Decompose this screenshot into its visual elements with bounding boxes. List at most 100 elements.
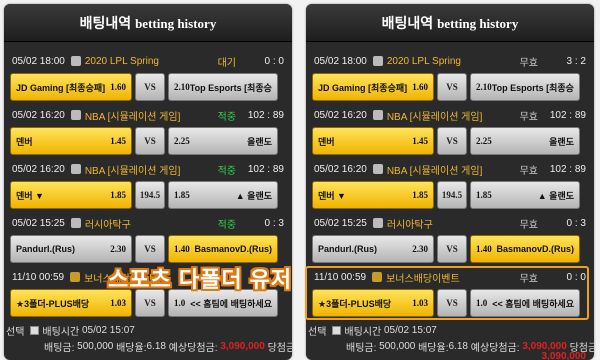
select-checkbox[interactable] bbox=[332, 325, 342, 335]
basketball-icon bbox=[372, 110, 383, 120]
match-time: 05/02 16:20 bbox=[12, 109, 65, 121]
home-odds-button[interactable]: 덴버 ▼ 1.85 bbox=[10, 181, 132, 209]
home-odds-button[interactable]: JD Gaming [최종승패] 1.60 bbox=[10, 73, 132, 101]
home-team-name: JD Gaming [최종승패] bbox=[318, 82, 408, 93]
home-team-name: 덴버 ▼ bbox=[318, 190, 346, 201]
match-info: 05/02 16:20 NBA [시뮬레이션 게임] 무효 102 : 89 bbox=[312, 158, 588, 180]
bet-footer-time: 선택 배팅시간 05/02 15:07 bbox=[4, 322, 292, 338]
vs-cell[interactable]: VS bbox=[437, 235, 467, 263]
away-odds-button[interactable]: 1.85 ▲ 올랜도 bbox=[168, 181, 278, 209]
away-team-name: << 홈팀에 배팅하세요 bbox=[492, 298, 574, 309]
match-status: 적중 bbox=[217, 165, 236, 177]
bet-time-label: 배팅시간 bbox=[344, 326, 382, 338]
basketball-icon bbox=[70, 110, 81, 120]
match-status: 무효 bbox=[519, 165, 538, 177]
away-odd: 2.25 bbox=[174, 136, 190, 146]
away-odd: 1.85 bbox=[476, 190, 492, 200]
match-status: 무효 bbox=[519, 111, 538, 123]
league-name: 2020 LPL Spring bbox=[84, 55, 159, 67]
bet-row: JD Gaming [최종승패] 1.60 VS 2.10 Top Esports [최… bbox=[312, 72, 588, 102]
match-info: 05/02 18:00 2020 LPL Spring 대기 0 : 0 bbox=[10, 50, 286, 72]
vs-cell[interactable]: VS bbox=[437, 73, 467, 101]
mid-value: VS bbox=[446, 82, 458, 92]
bet-row: 덴버 1.45 VS 2.25 올랜도 bbox=[10, 126, 286, 156]
match-time: 05/02 15:25 bbox=[314, 217, 367, 229]
select-checkbox[interactable] bbox=[30, 325, 40, 335]
mid-value: VS bbox=[144, 82, 156, 92]
home-team-name: 덴버 bbox=[16, 136, 33, 147]
betting-history-panel-right: 배팅내역 betting history 05/02 18:00 2020 LPL… bbox=[306, 4, 594, 360]
table-tennis-icon bbox=[372, 218, 383, 228]
match-time: 05/02 18:00 bbox=[12, 55, 65, 67]
vs-cell[interactable]: 194.5 bbox=[135, 181, 165, 209]
home-odds-button[interactable]: JD Gaming [최종승패] 1.60 bbox=[312, 73, 434, 101]
rate-value: 6.18 bbox=[448, 340, 468, 352]
mid-value: VS bbox=[144, 298, 156, 308]
away-odds-button[interactable]: 1.40 BasmanovD.(Rus) bbox=[470, 235, 580, 263]
match-info: 11/10 00:59 보너스배당이벤트 무효 0 : 0 bbox=[312, 266, 588, 288]
away-odds-button[interactable]: 2.25 올랜도 bbox=[168, 127, 278, 155]
bet-row: PandurI.(Rus) 2.30 VS 1.40 BasmanovD.(Rus) bbox=[312, 234, 588, 264]
bet-row: 덴버 ▼ 1.85 194.5 1.85 ▲ 올랜도 bbox=[10, 180, 286, 210]
match-status: 적중 bbox=[217, 219, 236, 231]
vs-cell[interactable]: 194.5 bbox=[437, 181, 467, 209]
vs-cell[interactable]: VS bbox=[437, 127, 467, 155]
home-odds-button[interactable]: PandurI.(Rus) 2.30 bbox=[10, 235, 132, 263]
match-score: 0 : 3 bbox=[264, 217, 284, 229]
match-status: 대기 bbox=[217, 57, 236, 69]
home-odds-button[interactable]: 덴버 1.45 bbox=[10, 127, 132, 155]
amount-label: 배팅금: bbox=[44, 342, 75, 354]
bet-time-value: 05/02 15:07 bbox=[384, 324, 437, 336]
away-odds-button[interactable]: 2.25 올랜도 bbox=[470, 127, 580, 155]
away-odds-button[interactable]: 2.10Top Esports [최종승패] bbox=[470, 73, 580, 101]
league-name: NBA [시뮬레이션 게임] bbox=[386, 165, 483, 177]
home-odds-button[interactable]: PandurI.(Rus) 2.30 bbox=[312, 235, 434, 263]
bet-time-label: 배팅시간 bbox=[42, 326, 80, 338]
vs-cell[interactable]: VS bbox=[437, 289, 467, 317]
away-odds-button[interactable]: 1.0 << 홈팀에 배팅하세요 bbox=[470, 289, 580, 317]
betting-history-panel-left: 배팅내역 betting history 05/02 18:00 2020 LPL… bbox=[4, 4, 292, 360]
table-tennis-icon bbox=[70, 218, 81, 228]
away-odd: 1.0 bbox=[174, 298, 186, 308]
panel-subtitle: betting history bbox=[135, 16, 217, 31]
bet-footer-summary: 배팅금: 500,000 배당율: 6.18 예상당첨금: 3,090,000 당… bbox=[4, 338, 292, 354]
match-time: 05/02 16:20 bbox=[12, 163, 65, 175]
away-odd: 1.40 bbox=[174, 244, 190, 254]
away-odd: 1.40 bbox=[476, 244, 492, 254]
league-name: 보너스배당이벤트 bbox=[386, 273, 460, 285]
select-label: 선택 bbox=[6, 326, 25, 338]
amount-value: 500,000 bbox=[379, 340, 416, 352]
home-odd: 1.60 bbox=[110, 82, 126, 92]
away-odd: 2.25 bbox=[476, 136, 492, 146]
home-odds-button[interactable]: 덴버 1.45 bbox=[312, 127, 434, 155]
vs-cell[interactable]: VS bbox=[135, 127, 165, 155]
home-team-name: ★3폴더-PLUS배당 bbox=[318, 298, 392, 309]
home-odd: 1.85 bbox=[110, 190, 126, 200]
vs-cell[interactable]: VS bbox=[135, 235, 165, 263]
match-time: 11/10 00:59 bbox=[314, 271, 367, 283]
away-odds-button[interactable]: 2.10Top Esports [최종승패] bbox=[168, 73, 278, 101]
home-odds-button[interactable]: ★3폴더-PLUS배당 1.03 bbox=[312, 289, 434, 317]
away-team-name: ▲ 올랜도 bbox=[235, 190, 272, 201]
match-info: 05/02 18:00 2020 LPL Spring 무효 3 : 2 bbox=[312, 50, 588, 72]
rate-value: 6.18 bbox=[146, 340, 166, 352]
match-time: 11/10 00:59 bbox=[12, 271, 65, 283]
match-time: 05/02 18:00 bbox=[314, 55, 367, 67]
basketball-icon bbox=[372, 164, 383, 174]
expected-value: 3,090,000 bbox=[220, 340, 265, 352]
league-name: 2020 LPL Spring bbox=[386, 55, 461, 67]
away-odds-button[interactable]: 1.85 ▲ 올랜도 bbox=[470, 181, 580, 209]
home-team-name: JD Gaming [최종승패] bbox=[16, 82, 106, 93]
panel-subtitle: betting history bbox=[437, 16, 519, 31]
mid-value: VS bbox=[446, 136, 458, 146]
vs-cell[interactable]: VS bbox=[135, 73, 165, 101]
league-name: NBA [시뮬레이션 게임] bbox=[84, 165, 181, 177]
home-odds-button[interactable]: 덴버 ▼ 1.85 bbox=[312, 181, 434, 209]
match-time: 05/02 15:25 bbox=[12, 217, 65, 229]
away-team-name: Top Esports [최종승패] bbox=[491, 82, 574, 93]
away-odds-button[interactable]: 1.40 BasmanovD.(Rus) bbox=[168, 235, 278, 263]
mid-value: 194.5 bbox=[139, 190, 161, 200]
away-odd: 1.85 bbox=[174, 190, 190, 200]
match-info: 05/02 16:20 NBA [시뮬레이션 게임] 적중 102 : 89 bbox=[10, 104, 286, 126]
mid-value: VS bbox=[446, 244, 458, 254]
